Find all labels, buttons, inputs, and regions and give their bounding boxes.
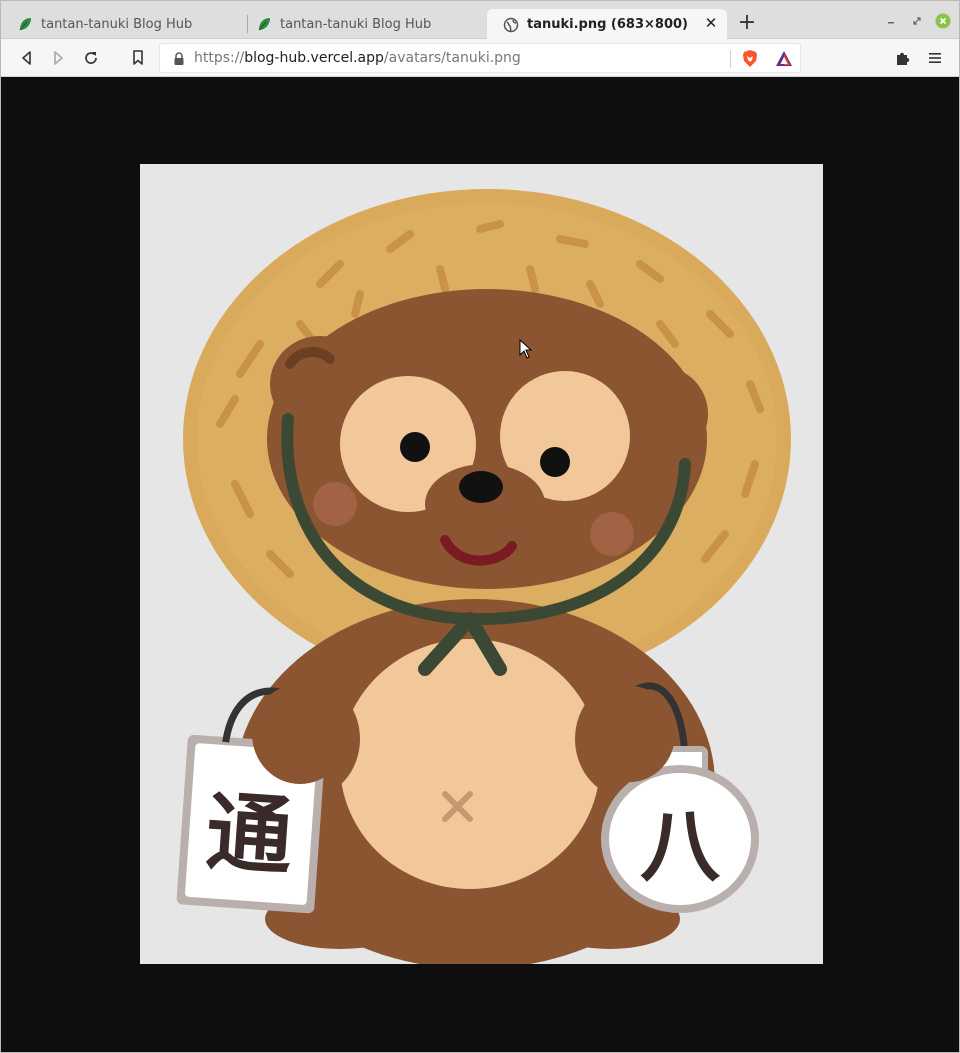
- bookmark-icon: [133, 50, 143, 65]
- new-tab-button[interactable]: +: [737, 12, 757, 34]
- forward-button[interactable]: [48, 48, 68, 68]
- tab-label: tanuki.png (683×800): [527, 17, 688, 32]
- puzzle-icon: [897, 52, 910, 65]
- address-bar[interactable]: https://blog-hub.vercel.app/avatars/tanu…: [159, 43, 801, 73]
- close-tab-icon[interactable]: ✕: [703, 15, 719, 31]
- lantern-character: 八: [640, 800, 721, 893]
- tanuki-image[interactable]: 通 八: [140, 164, 823, 964]
- reload-button[interactable]: [81, 48, 101, 68]
- image-viewer: 通 八: [5, 78, 957, 1050]
- bookmark-button[interactable]: [128, 48, 148, 68]
- restore-icon[interactable]: [909, 13, 925, 29]
- address-bar-divider: [730, 50, 731, 68]
- url-host: blog-hub.vercel.app: [244, 50, 384, 66]
- forward-arrow-icon: [54, 51, 63, 65]
- tab-tanuki-png[interactable]: tanuki.png (683×800) ✕: [487, 9, 727, 40]
- tab-blog-hub-1[interactable]: tantan-tanuki Blog Hub: [1, 9, 247, 39]
- back-button[interactable]: [17, 48, 37, 68]
- url-text[interactable]: https://blog-hub.vercel.app/avatars/tanu…: [194, 50, 521, 66]
- close-window-icon[interactable]: [935, 13, 951, 29]
- reload-icon: [85, 52, 97, 64]
- leaf-icon: [19, 18, 31, 31]
- hamburger-menu-icon: [929, 53, 941, 63]
- minimize-icon[interactable]: [883, 13, 899, 29]
- tab-strip: tantan-tanuki Blog Hub tantan-tanuki Blo…: [1, 1, 959, 40]
- brave-rewards-icon[interactable]: [774, 49, 794, 69]
- brave-shields-icon[interactable]: [740, 49, 760, 69]
- tanuki-illustration: 通 八: [176, 189, 791, 964]
- extensions-button[interactable]: [893, 48, 913, 68]
- url-path: /avatars/tanuki.png: [383, 50, 521, 66]
- leaf-icon: [258, 18, 270, 31]
- navigation-toolbar: https://blog-hub.vercel.app/avatars/tanu…: [1, 39, 959, 77]
- browser-window: tantan-tanuki Blog Hub tantan-tanuki Blo…: [0, 0, 960, 1053]
- sign-character: 通: [203, 782, 296, 888]
- url-scheme: https://: [194, 50, 245, 66]
- menu-button[interactable]: [925, 48, 945, 68]
- tab-label: tantan-tanuki Blog Hub: [41, 16, 193, 32]
- globe-icon: [503, 17, 519, 32]
- back-arrow-icon: [22, 51, 31, 65]
- tab-blog-hub-2[interactable]: tantan-tanuki Blog Hub: [240, 9, 486, 39]
- mouse-cursor-icon: [519, 339, 533, 359]
- lock-icon[interactable]: [172, 51, 186, 67]
- tab-label: tantan-tanuki Blog Hub: [280, 16, 432, 32]
